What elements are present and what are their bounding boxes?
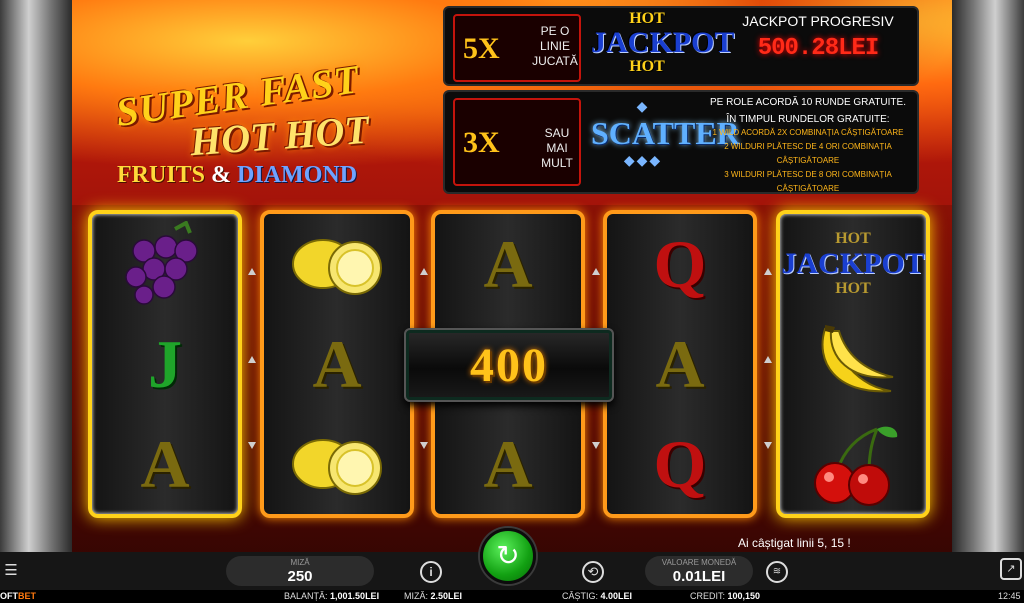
grapes-icon — [92, 214, 238, 314]
reel-letter: J — [148, 325, 182, 402]
jackpot-multiplier-text: PE O LINIE JUCATĂ — [532, 24, 578, 68]
letter-Q-symbol: Q — [607, 214, 753, 314]
credit: CREDIT: 100,150 — [690, 591, 761, 601]
status-footer: OFTBET BALANȚĂ: 1,001.50LEI MIZĂ: 2.50LE… — [0, 590, 1024, 603]
coin-value-selector[interactable]: VALOARE MONEDĂ 0.01LEI — [645, 556, 753, 586]
scatter-rule: 2 WILDURI PLĂTESC DE 4 ORI COMBINAȚIA CÂ… — [724, 142, 892, 165]
reel-2: A — [260, 210, 414, 518]
payline-arrow-down-icon — [764, 442, 772, 449]
reel-5: HOT JACKPOT HOT — [776, 210, 930, 518]
scatter-info: PE ROLE ACORDĂ 10 RUNDE GRATUITE. ÎN TIM… — [701, 96, 915, 193]
reel-jackpot-hot: HOT — [835, 280, 871, 297]
brand: OFTBET — [0, 591, 36, 601]
scatter-rule: 3 WILDURI PLĂTESC DE 8 ORI COMBINAȚIA CÂ… — [724, 170, 892, 193]
reel-letter: Q — [653, 425, 707, 502]
scatter-panel: 3X SAU MAI MULT ◆ SCATTER ◆◆◆ PE ROLE AC… — [443, 90, 919, 194]
reel-letter: A — [140, 425, 190, 502]
progressive-value: 500.28LEI — [757, 35, 880, 62]
reel-letter: A — [312, 325, 362, 402]
scatter-multiplier: 3X — [463, 126, 500, 159]
diamonds-icon: ◆◆◆ — [623, 152, 663, 168]
reel-letter: A — [483, 425, 533, 502]
balance: BALANȚĂ: 1,001.50LEI — [284, 591, 380, 601]
scatter-multiplier-box: 3X SAU MAI MULT — [453, 98, 581, 186]
reel-letter: A — [483, 225, 533, 302]
win-amount-plate: 400 — [404, 328, 614, 402]
reel-jackpot-hot: HOT — [835, 230, 871, 247]
refresh-icon: ↻ — [496, 540, 520, 571]
payline-arrow-up-icon — [248, 268, 256, 275]
win-total: CÂȘTIG: 4.00LEI — [562, 591, 633, 601]
autoplay-icon[interactable]: ⟲ — [582, 561, 604, 583]
payline-arrow-up-icon — [764, 268, 772, 275]
menu-icon[interactable]: ☰ — [0, 560, 22, 582]
bet-selector[interactable]: MIZĂ 250 — [226, 556, 374, 586]
scatter-symbol: ◆ SCATTER ◆◆◆ — [591, 96, 740, 188]
bet-label: MIZĂ — [290, 558, 310, 567]
letter-A-symbol: A — [435, 214, 581, 314]
diamond-icon: ◆ — [636, 98, 650, 114]
left-cabinet-frame — [0, 0, 72, 552]
lemon-icon — [264, 414, 410, 514]
jackpot-word: JACKPOT — [591, 26, 735, 59]
payline-arrow-up-icon — [248, 356, 256, 363]
jackpot-multiplier: 5X — [463, 32, 500, 65]
payline-arrow-down-icon — [248, 442, 256, 449]
payline-arrow-up-icon — [764, 356, 772, 363]
bet-value: 250 — [287, 568, 313, 585]
win-message: Ai câștigat linii 5, 15 ! — [738, 536, 851, 550]
coin-value: 0.01LEI — [672, 568, 726, 585]
logo-fruits: FRUITS — [117, 162, 206, 188]
banana-icon — [780, 314, 926, 414]
progressive-jackpot: JACKPOT PROGRESIV 500.28LEI — [721, 10, 915, 82]
clock: 12:45 — [998, 591, 1021, 601]
scatter-rule: 1 WILD ACORDĂ 2X COMBINAȚIA CÂȘTIGĂTOARE — [712, 128, 904, 137]
reel-jackpot-word: JACKPOT — [781, 247, 925, 280]
letter-A-symbol: A — [92, 414, 238, 514]
logo-subtitle: FRUITS & DIAMOND — [117, 162, 357, 189]
scatter-info-b: ÎN TIMPUL RUNDELOR GRATUITE: — [726, 114, 890, 125]
coin-label: VALOARE MONEDĂ — [661, 558, 737, 567]
scatter-multiplier-text: SAU MAI MULT — [541, 126, 573, 170]
letter-Q-symbol: Q — [607, 414, 753, 514]
game-logo: SUPER FAST HOT HOT FRUITS & DIAMOND — [105, 56, 405, 202]
jackpot-symbol-reel: HOT JACKPOT HOT — [780, 214, 926, 314]
jackpot-hot-bottom: HOT — [629, 58, 665, 75]
info-icon[interactable]: i — [420, 561, 442, 583]
coins-icon[interactable]: ≋ — [766, 561, 788, 583]
payline-arrow-up-icon — [592, 268, 600, 275]
win-amount: 400 — [470, 338, 548, 392]
right-cabinet-frame — [952, 0, 1024, 552]
progressive-label: JACKPOT PROGRESIV — [742, 13, 894, 29]
cherries-icon — [780, 414, 926, 514]
scatter-word: SCATTER — [591, 115, 740, 151]
payline-arrow-up-icon — [420, 268, 428, 275]
letter-J-symbol: J — [92, 314, 238, 414]
jackpot-symbol: HOT JACKPOT HOT — [591, 10, 735, 82]
lemon-icon — [264, 214, 410, 314]
slot-game: SUPER FAST HOT HOT FRUITS & DIAMOND 5X P… — [0, 0, 1024, 603]
letter-A-symbol: A — [435, 414, 581, 514]
logo-diamond: DIAMOND — [237, 162, 358, 188]
letter-A-symbol: A — [264, 314, 410, 414]
logo-amp: & — [211, 162, 232, 188]
payline-arrow-down-icon — [592, 442, 600, 449]
reel-4: Q A Q — [603, 210, 757, 518]
reel-1: J A — [88, 210, 242, 518]
fullscreen-icon[interactable]: ↗ — [1000, 558, 1022, 580]
jackpot-multiplier-box: 5X PE O LINIE JUCATĂ — [453, 14, 581, 82]
reel-letter: A — [655, 325, 705, 402]
jackpot-panel: 5X PE O LINIE JUCATĂ HOT JACKPOT HOT JAC… — [443, 6, 919, 86]
letter-A-symbol: A — [607, 314, 753, 414]
payline-arrow-down-icon — [420, 442, 428, 449]
scatter-info-a: PE ROLE ACORDĂ 10 RUNDE GRATUITE. — [710, 97, 906, 108]
reel-letter: Q — [653, 225, 707, 302]
spin-button[interactable]: ↻ — [480, 528, 536, 584]
stake: MIZĂ: 2.50LEI — [404, 591, 463, 601]
